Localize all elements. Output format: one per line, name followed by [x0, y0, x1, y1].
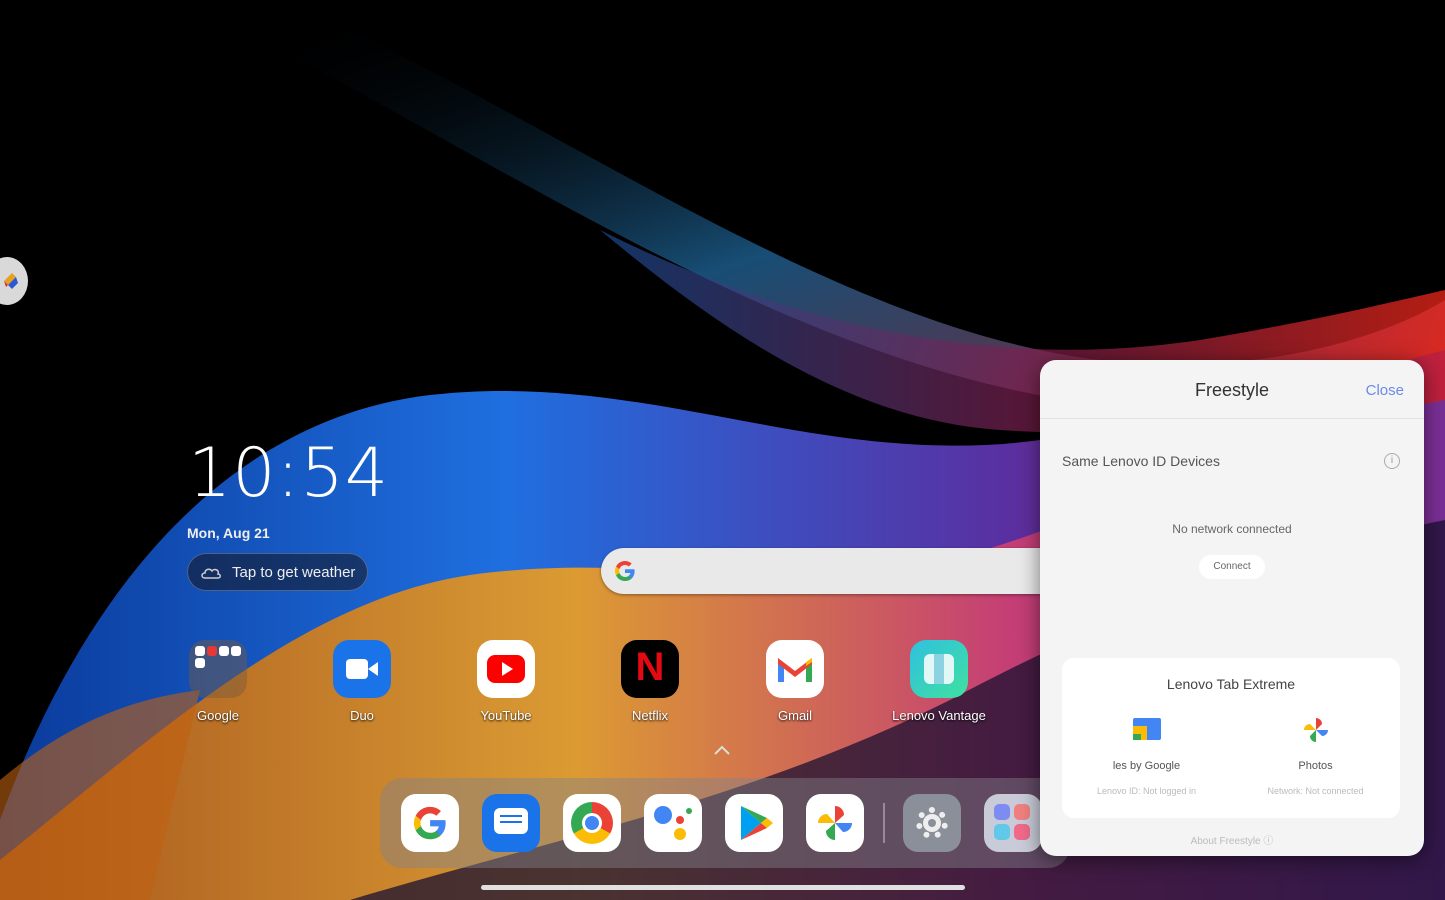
device-item-photos[interactable]: Photos Network: Not connected — [1231, 714, 1400, 796]
app-label: Duo — [350, 708, 374, 723]
dock — [380, 778, 1070, 868]
app-label: Netflix — [631, 708, 669, 723]
device-item-label: les by Google — [1112, 760, 1181, 772]
chrome-icon[interactable] — [563, 794, 621, 852]
clock-date[interactable]: Mon, Aug 21 — [187, 525, 270, 541]
assistant-icon[interactable] — [644, 794, 702, 852]
weather-chip[interactable]: Tap to get weather — [187, 553, 369, 591]
about-label: About Freestyle — [1190, 836, 1261, 847]
app-label: Lenovo Vantage — [892, 708, 986, 723]
about-freestyle-link[interactable]: About Freestyle ⓘ — [1040, 832, 1424, 847]
youtube-icon — [477, 640, 535, 698]
settings-icon[interactable] — [903, 794, 961, 852]
app-drawer-icon[interactable] — [984, 794, 1042, 852]
device-item-status: Network: Not connected — [1267, 786, 1364, 796]
app-label: YouTube — [480, 708, 532, 723]
google-g-icon — [615, 561, 635, 581]
panel-divider — [1040, 418, 1424, 419]
cloud-icon — [201, 568, 221, 579]
device-item-files[interactable]: les by Google Lenovo ID: Not logged in — [1062, 714, 1231, 796]
home-gesture-bar[interactable] — [481, 885, 965, 890]
info-icon[interactable]: i — [1384, 453, 1400, 469]
google-search-bar[interactable] — [601, 548, 1071, 594]
device-item-label: Photos — [1298, 760, 1333, 772]
app-youtube[interactable]: YouTube — [451, 640, 561, 723]
colorful-logo-icon — [4, 273, 18, 289]
dock-divider — [883, 803, 885, 843]
device-item-status: Lenovo ID: Not logged in — [1096, 786, 1197, 796]
freestyle-panel: Freestyle Close Same Lenovo ID Devices i… — [1040, 360, 1424, 856]
google-icon[interactable] — [401, 794, 459, 852]
google-folder-icon — [189, 640, 247, 698]
photos-icon[interactable] — [806, 794, 864, 852]
clock-time[interactable]: 10:54 — [188, 440, 389, 508]
chevron-up-icon[interactable] — [713, 744, 731, 756]
netflix-icon: N — [621, 640, 679, 698]
weather-label: Tap to get weather — [232, 563, 356, 581]
duo-icon — [333, 640, 391, 698]
app-netflix[interactable]: N Netflix — [595, 640, 705, 723]
gmail-icon — [766, 640, 824, 698]
network-status: No network connected — [1172, 522, 1292, 536]
app-label: Google — [197, 708, 239, 723]
device-card: Lenovo Tab Extreme les by Google Lenovo … — [1062, 658, 1400, 818]
device-name: Lenovo Tab Extreme — [1166, 676, 1296, 692]
app-duo[interactable]: Duo — [307, 640, 417, 723]
photos-pinwheel-icon — [1300, 714, 1332, 746]
app-label: Gmail — [778, 708, 812, 723]
app-gmail[interactable]: Gmail — [740, 640, 850, 723]
app-lenovo-vantage[interactable]: Lenovo Vantage — [884, 640, 994, 723]
info-small-icon: ⓘ — [1263, 836, 1274, 847]
close-button[interactable]: Close — [1366, 382, 1404, 399]
section-heading: Same Lenovo ID Devices — [1062, 453, 1220, 469]
messages-icon[interactable] — [482, 794, 540, 852]
files-icon — [1131, 714, 1163, 746]
connect-button[interactable]: Connect — [1199, 555, 1265, 579]
play-store-icon[interactable] — [725, 794, 783, 852]
lenovo-vantage-icon — [910, 640, 968, 698]
app-google-folder[interactable]: Google — [163, 640, 273, 723]
